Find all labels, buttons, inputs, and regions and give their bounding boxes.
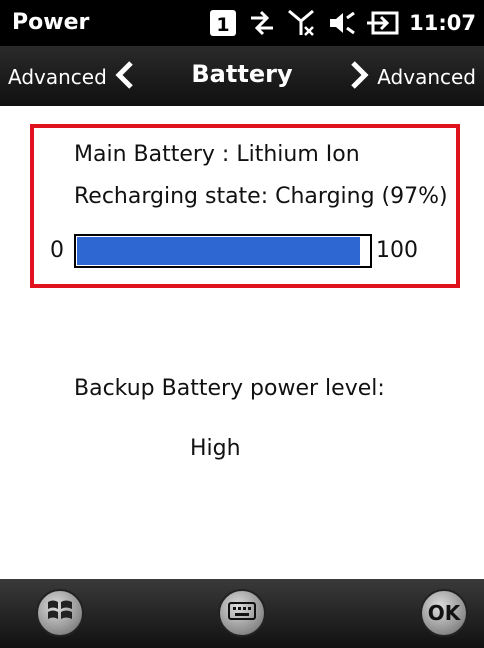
battery-level-bar bbox=[74, 234, 372, 268]
nav-bar: Advanced Battery Advanced bbox=[0, 46, 484, 107]
nav-next-label: Advanced bbox=[377, 65, 476, 89]
volume-icon bbox=[327, 9, 357, 37]
app-title: Power bbox=[12, 10, 90, 35]
bar-max-label: 100 bbox=[376, 238, 418, 263]
windows-start-button[interactable] bbox=[36, 589, 84, 637]
svg-text:1: 1 bbox=[217, 14, 230, 36]
bottom-bar: OK bbox=[0, 579, 484, 648]
windows-start-icon bbox=[45, 596, 75, 630]
sim-icon: 1 bbox=[209, 9, 237, 37]
chevron-right-icon bbox=[347, 60, 371, 94]
battery-level-fill bbox=[77, 237, 360, 265]
data-arrows-icon bbox=[247, 9, 277, 37]
keyboard-icon bbox=[228, 600, 256, 626]
clock: 11:07 bbox=[409, 11, 476, 35]
backup-battery-level: High bbox=[190, 436, 241, 461]
nav-next-button[interactable]: Advanced bbox=[347, 60, 476, 94]
main-battery-type: Main Battery : Lithium Ion bbox=[74, 142, 360, 167]
keyboard-button[interactable] bbox=[218, 589, 266, 637]
status-icons: 1 11:07 bbox=[209, 8, 476, 38]
recharging-state: Recharging state: Charging (97%) bbox=[74, 184, 448, 209]
ok-icon: OK bbox=[427, 601, 461, 625]
bar-min-label: 0 bbox=[50, 238, 64, 263]
ok-button[interactable]: OK bbox=[420, 589, 468, 637]
battery-panel: Main Battery : Lithium Ion Recharging st… bbox=[0, 106, 484, 579]
battery-charging-icon bbox=[367, 9, 399, 37]
no-signal-icon bbox=[287, 9, 317, 37]
status-bar: Power 1 11:07 bbox=[0, 0, 484, 46]
backup-battery-label: Backup Battery power level: bbox=[74, 376, 385, 401]
